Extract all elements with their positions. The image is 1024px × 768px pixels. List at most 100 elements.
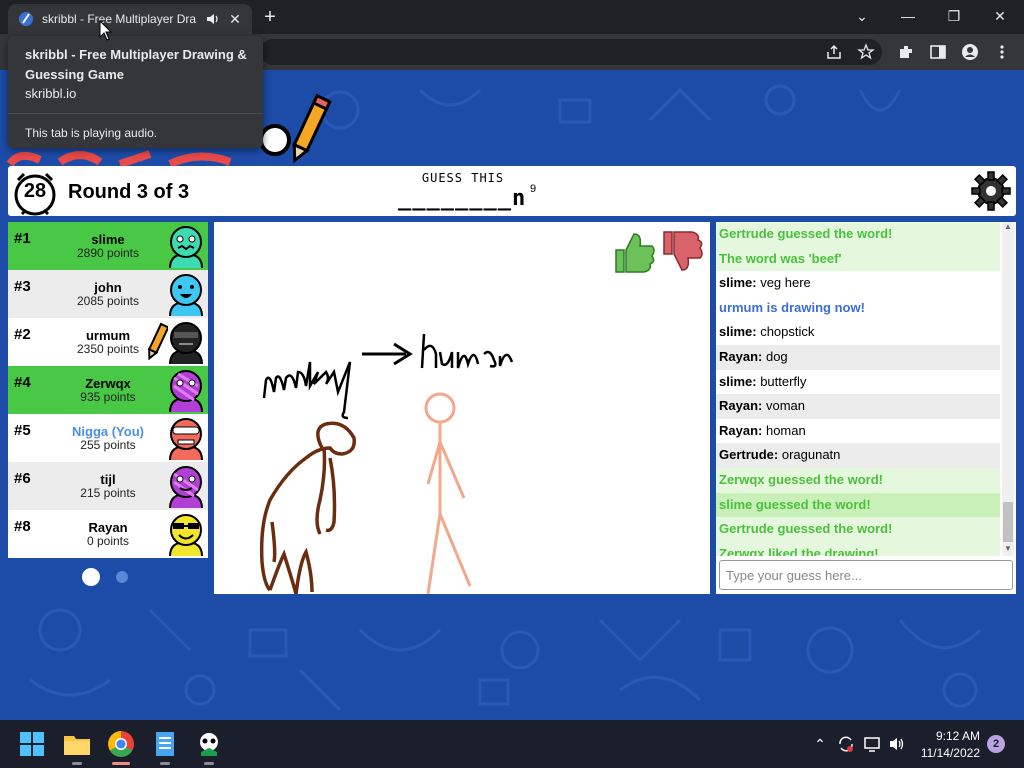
chat-message: urmum is drawing now! bbox=[719, 299, 865, 315]
word-length: 9 bbox=[530, 183, 537, 195]
player-avatar bbox=[169, 466, 203, 508]
guess-input[interactable] bbox=[719, 560, 1013, 590]
chat-message: Zerwqx guessed the word! bbox=[716, 467, 1000, 493]
chat-message: slime guessed the word! bbox=[716, 492, 1000, 518]
profile-icon[interactable] bbox=[961, 43, 979, 61]
clock-time[interactable]: 9:12 AM bbox=[920, 729, 980, 743]
file-explorer-icon[interactable] bbox=[61, 728, 93, 760]
app-running-indicator bbox=[204, 762, 214, 765]
chat-message: slime: butterfly bbox=[719, 373, 807, 389]
player-avatar bbox=[169, 322, 203, 364]
player-avatar bbox=[169, 418, 203, 460]
tab-close-icon[interactable]: ✕ bbox=[228, 12, 242, 26]
player-row[interactable]: #2 urmum 2350 points bbox=[8, 318, 208, 366]
drawing-pencil-icon bbox=[147, 322, 168, 361]
browser-titlebar: skribbl - Free Multiplayer Dra ✕ + ⌄ — ❐… bbox=[0, 0, 1024, 34]
chrome-icon[interactable] bbox=[105, 728, 137, 760]
sync-icon[interactable] bbox=[836, 734, 856, 754]
restore-button[interactable]: ❐ bbox=[944, 6, 964, 26]
player-name: slime bbox=[91, 232, 125, 247]
tab-title: skribbl - Free Multiplayer Dra bbox=[42, 12, 197, 26]
player-avatar bbox=[169, 274, 203, 316]
chat-message: Zerwqx liked the drawing! bbox=[716, 541, 1000, 556]
scroll-down-icon[interactable]: ▼ bbox=[1002, 544, 1014, 556]
windows-start-icon[interactable] bbox=[16, 728, 48, 760]
share-icon[interactable] bbox=[825, 43, 843, 61]
player-row[interactable]: #8 Rayan 0 points bbox=[8, 510, 208, 558]
tooltip-title: skribbl - Free Multiplayer Drawing & Gue… bbox=[25, 47, 247, 82]
chat-message: slime: veg here bbox=[719, 275, 811, 291]
thumbs-up-icon[interactable] bbox=[612, 230, 656, 274]
player-points: 0 points bbox=[86, 534, 130, 548]
player-row[interactable]: #1 slime 2890 points bbox=[8, 222, 208, 270]
scroll-up-icon[interactable]: ▲ bbox=[1002, 222, 1014, 234]
tab-hover-card: skribbl - Free Multiplayer Drawing & Gue… bbox=[8, 36, 263, 148]
player-row[interactable]: #6 tijl 215 points bbox=[8, 462, 208, 510]
player-name: john bbox=[94, 280, 122, 295]
notification-badge[interactable]: 2 bbox=[987, 735, 1005, 753]
player-rank: #3 bbox=[14, 278, 31, 295]
side-panel-icon[interactable] bbox=[929, 43, 947, 61]
new-tab-button[interactable]: + bbox=[260, 7, 280, 27]
clock-date[interactable]: 11/14/2022 bbox=[910, 746, 980, 760]
player-rank: #2 bbox=[14, 326, 31, 343]
page-dot-active[interactable] bbox=[82, 568, 100, 586]
explorer-running-indicator bbox=[72, 762, 82, 765]
drawing-canvas[interactable] bbox=[214, 222, 710, 594]
more-menu-icon[interactable] bbox=[993, 43, 1011, 61]
player-points: 2350 points bbox=[76, 342, 140, 356]
player-row[interactable]: #4 Zerwqx 935 points bbox=[8, 366, 208, 414]
speaker-icon[interactable] bbox=[206, 12, 220, 26]
players-list: #1 slime 2890 points #3 john 2085 points… bbox=[8, 222, 208, 558]
player-row[interactable]: #5 Nigga (You) 255 points bbox=[8, 414, 208, 462]
settings-gear-icon[interactable] bbox=[970, 170, 1012, 212]
browser-tab-skribbl[interactable]: skribbl - Free Multiplayer Dra ✕ bbox=[8, 4, 252, 34]
display-icon[interactable] bbox=[862, 734, 882, 754]
address-bar[interactable] bbox=[260, 39, 882, 65]
player-name: tijl bbox=[100, 472, 116, 487]
extensions-icon[interactable] bbox=[897, 43, 915, 61]
word-hint: ________n bbox=[398, 186, 527, 211]
chat-message: Gertrude: oragunatn bbox=[716, 443, 1000, 468]
chat-message: Rayan: homan bbox=[719, 422, 806, 438]
player-points: 935 points bbox=[80, 390, 136, 404]
player-avatar bbox=[169, 514, 203, 556]
guess-this-label: GUESS THIS bbox=[421, 171, 505, 185]
windows-taskbar: ⌃ 9:12 AM 11/14/2022 2 bbox=[0, 720, 1024, 768]
player-rank: #1 bbox=[14, 230, 31, 247]
player-rank: #8 bbox=[14, 518, 31, 535]
player-rank: #6 bbox=[14, 470, 31, 487]
notepad-icon[interactable] bbox=[149, 728, 181, 760]
bookmark-star-icon[interactable] bbox=[857, 43, 875, 61]
mouse-cursor-icon bbox=[99, 20, 113, 41]
player-rank: #4 bbox=[14, 374, 31, 391]
chat-scrollbar[interactable]: ▲ ▼ bbox=[1002, 222, 1014, 556]
player-avatar bbox=[169, 226, 203, 268]
player-row[interactable]: #3 john 2085 points bbox=[8, 270, 208, 318]
chrome-active-indicator bbox=[112, 762, 130, 765]
page-dot[interactable] bbox=[116, 571, 128, 583]
scroll-thumb[interactable] bbox=[1003, 502, 1013, 542]
chat-message: The word was 'beef' bbox=[716, 246, 1000, 272]
tab-search-icon[interactable]: ⌄ bbox=[852, 6, 872, 26]
timer: 28 bbox=[23, 180, 47, 202]
volume-icon[interactable] bbox=[887, 734, 907, 754]
skribbl-favicon-icon bbox=[19, 12, 33, 26]
chat-message: Rayan: voman bbox=[716, 394, 1000, 419]
player-avatar bbox=[169, 370, 203, 412]
game-header: 28 Round 3 of 3 GUESS THIS ________n 9 bbox=[8, 166, 1016, 216]
player-name: urmum bbox=[85, 328, 131, 343]
show-hidden-icons-icon[interactable]: ⌃ bbox=[810, 734, 830, 754]
app-icon[interactable] bbox=[193, 728, 225, 760]
chat-message: slime: chopstick bbox=[719, 324, 815, 340]
minimize-button[interactable]: — bbox=[898, 6, 918, 26]
close-window-button[interactable]: ✕ bbox=[990, 6, 1010, 26]
thumbs-down-icon[interactable] bbox=[660, 230, 704, 274]
notepad-running-indicator bbox=[160, 762, 170, 765]
player-points: 215 points bbox=[80, 486, 136, 500]
player-name: Zerwqx bbox=[85, 376, 131, 391]
tooltip-divider bbox=[8, 113, 263, 114]
player-points: 2890 points bbox=[76, 246, 140, 260]
round-indicator: Round 3 of 3 bbox=[68, 181, 190, 203]
player-name: Rayan bbox=[88, 520, 128, 535]
